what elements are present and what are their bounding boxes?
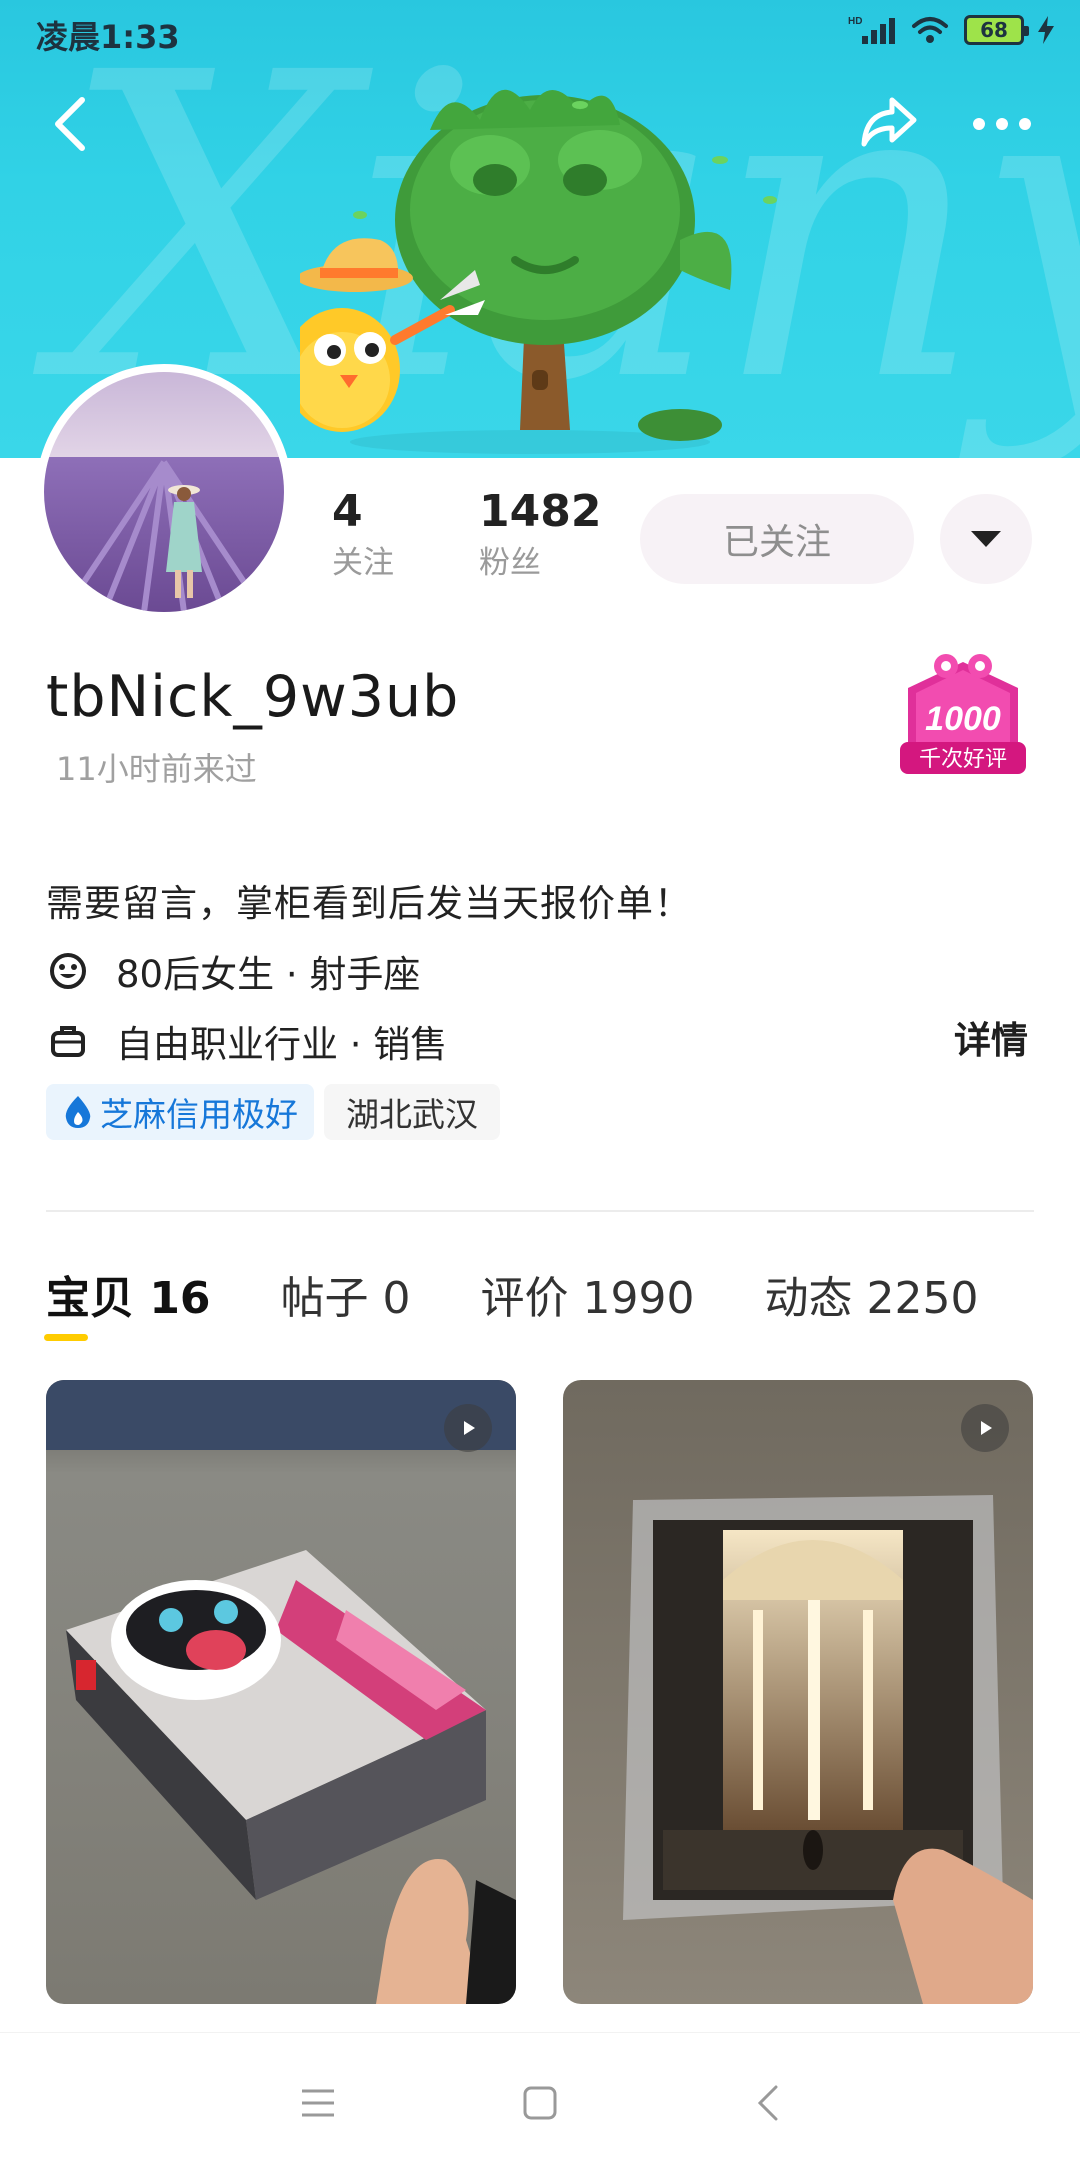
flame-drop-icon bbox=[65, 1096, 91, 1128]
profile-tabs: 宝贝 16 帖子 0 评价 1990 动态 2250 bbox=[46, 1262, 1048, 1326]
chevron-left-icon bbox=[757, 2085, 778, 2121]
play-icon bbox=[444, 1404, 492, 1452]
mascot-illustration bbox=[300, 89, 777, 454]
status-time: 凌晨1:33 bbox=[36, 18, 180, 56]
bio-text: 需要留言，掌柜看到后发当天报价单！ bbox=[46, 882, 692, 925]
caret-down-icon bbox=[971, 531, 1001, 547]
followed-button[interactable]: 已关注 bbox=[640, 494, 914, 584]
back-button[interactable] bbox=[38, 88, 102, 160]
play-icon bbox=[961, 1404, 1009, 1452]
chevron-left-icon bbox=[55, 97, 85, 151]
last-seen: 11小时前来过 bbox=[56, 750, 257, 788]
following-stat[interactable]: 4 关注 bbox=[332, 490, 394, 579]
tab-reviews[interactable]: 评价 1990 bbox=[481, 1262, 695, 1326]
badge-number: 1000 bbox=[925, 700, 1001, 738]
profile-tags: 芝麻信用极好 湖北武汉 bbox=[46, 1084, 500, 1140]
network-label: HD bbox=[848, 16, 862, 27]
credit-tag[interactable]: 芝麻信用极好 bbox=[46, 1084, 314, 1140]
avatar[interactable] bbox=[36, 364, 292, 620]
square-icon bbox=[523, 2086, 557, 2120]
home-button[interactable] bbox=[500, 2063, 580, 2143]
menu-button[interactable] bbox=[278, 2063, 358, 2143]
system-navigation-bar bbox=[0, 2032, 1080, 2160]
followers-label: 粉丝 bbox=[479, 545, 541, 581]
charging-icon bbox=[1038, 16, 1054, 44]
following-count: 4 bbox=[332, 486, 363, 537]
status-bar: 凌晨1:33 HD 68 bbox=[0, 0, 1080, 66]
badge-text: 千次好评 bbox=[919, 747, 1007, 772]
info-occupation-row: 自由职业行业 · 销售 bbox=[46, 1014, 447, 1068]
item-thumbnail bbox=[563, 1380, 1033, 2004]
username: tbNick_9w3ub bbox=[46, 664, 460, 730]
following-label: 关注 bbox=[332, 545, 394, 581]
details-link[interactable]: 详情 bbox=[954, 1010, 1028, 1064]
tab-posts[interactable]: 帖子 0 bbox=[281, 1262, 411, 1326]
item-thumbnail bbox=[46, 1380, 516, 2004]
info-personal-text: 80后女生 · 射手座 bbox=[116, 953, 421, 996]
followers-count: 1482 bbox=[479, 486, 602, 537]
info-personal-row: 80后女生 · 射手座 bbox=[46, 944, 420, 998]
item-card[interactable] bbox=[46, 1380, 516, 2004]
share-arrow-icon bbox=[861, 97, 917, 147]
section-divider bbox=[46, 1210, 1034, 1212]
signal-icon: HD bbox=[848, 16, 895, 44]
wifi-icon bbox=[912, 17, 948, 43]
share-button[interactable] bbox=[852, 86, 924, 158]
credit-tag-label: 芝麻信用极好 bbox=[100, 1095, 298, 1134]
item-card[interactable] bbox=[563, 1380, 1033, 2004]
briefcase-icon bbox=[46, 1019, 90, 1063]
battery-indicator: 68 bbox=[964, 15, 1029, 45]
smiley-icon bbox=[46, 949, 90, 993]
ellipsis-icon bbox=[973, 118, 1031, 130]
menu-icon bbox=[302, 2089, 334, 2117]
tab-items[interactable]: 宝贝 16 bbox=[46, 1262, 211, 1326]
follow-options-button[interactable] bbox=[940, 494, 1032, 584]
badge-icon: 1000 千次好评 bbox=[900, 654, 1026, 774]
system-back-button[interactable] bbox=[728, 2063, 808, 2143]
followers-stat[interactable]: 1482 粉丝 bbox=[479, 490, 601, 579]
status-icons: HD 68 bbox=[848, 14, 1054, 46]
tab-activity[interactable]: 动态 2250 bbox=[765, 1262, 979, 1326]
reviews-badge[interactable]: 1000 千次好评 bbox=[896, 648, 1030, 788]
info-occupation-text: 自由职业行业 · 销售 bbox=[116, 1023, 448, 1066]
more-button[interactable] bbox=[962, 92, 1042, 156]
location-tag: 湖北武汉 bbox=[324, 1084, 500, 1140]
avatar-image bbox=[44, 372, 284, 612]
active-tab-indicator bbox=[44, 1334, 88, 1341]
